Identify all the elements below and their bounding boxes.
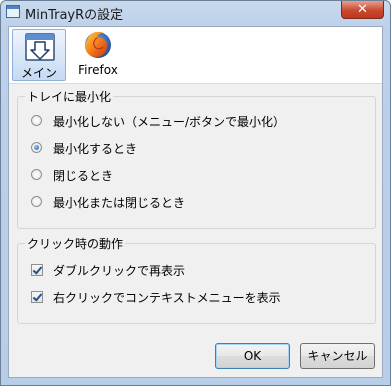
- firefox-icon: [85, 31, 111, 58]
- checkbox-double-click-restore[interactable]: [31, 264, 43, 276]
- radio-minimize-or-close[interactable]: [31, 196, 42, 207]
- tab-firefox-label: Firefox: [78, 63, 118, 77]
- radio-never-minimize[interactable]: [31, 115, 42, 126]
- option-never-minimize-label: 最小化しない（メニュー/ボタンで最小化）: [53, 115, 286, 129]
- tray-minimize-group-title: トレイに最小化: [25, 88, 114, 105]
- click-action-group: クリック時の動作 ダブルクリックで再表示 右クリックでコンテキストメニューを表示: [17, 235, 376, 324]
- click-action-group-title: クリック時の動作: [25, 235, 126, 252]
- option-on-close-label: 閉じるとき: [53, 169, 114, 183]
- ok-button[interactable]: OK: [215, 343, 290, 369]
- radio-on-close[interactable]: [31, 169, 42, 180]
- tray-window-icon: [25, 33, 55, 61]
- cancel-button[interactable]: キャンセル: [300, 343, 375, 369]
- settings-window: MinTrayRの設定 ✕ メイン Firefox トレイに最小化 最小化しない…: [0, 0, 391, 386]
- tray-minimize-group: トレイに最小化 最小化しない（メニュー/ボタンで最小化） 最小化するとき 閉じる…: [17, 88, 376, 229]
- app-window-icon: [6, 5, 20, 18]
- window-title: MinTrayRの設定: [25, 8, 124, 23]
- option-on-minimize-label: 最小化するとき: [53, 142, 138, 156]
- dialog-client-area: メイン Firefox トレイに最小化 最小化しない（メニュー/ボタンで最小化）…: [8, 26, 383, 378]
- option-right-click-menu-label: 右クリックでコンテキストメニューを表示: [53, 291, 281, 305]
- option-minimize-or-close-label: 最小化または閉じるとき: [53, 196, 186, 210]
- pane-toolbar: メイン Firefox: [9, 27, 382, 84]
- radio-on-minimize[interactable]: [31, 142, 42, 153]
- checkbox-right-click-menu[interactable]: [31, 291, 43, 303]
- tab-main-label: メイン: [20, 66, 57, 80]
- tab-main[interactable]: メイン: [12, 29, 66, 81]
- tab-firefox[interactable]: Firefox: [71, 29, 125, 81]
- title-bar[interactable]: MinTrayRの設定 ✕: [1, 1, 390, 23]
- close-button[interactable]: ✕: [341, 1, 384, 19]
- option-double-click-restore-label: ダブルクリックで再表示: [53, 264, 186, 278]
